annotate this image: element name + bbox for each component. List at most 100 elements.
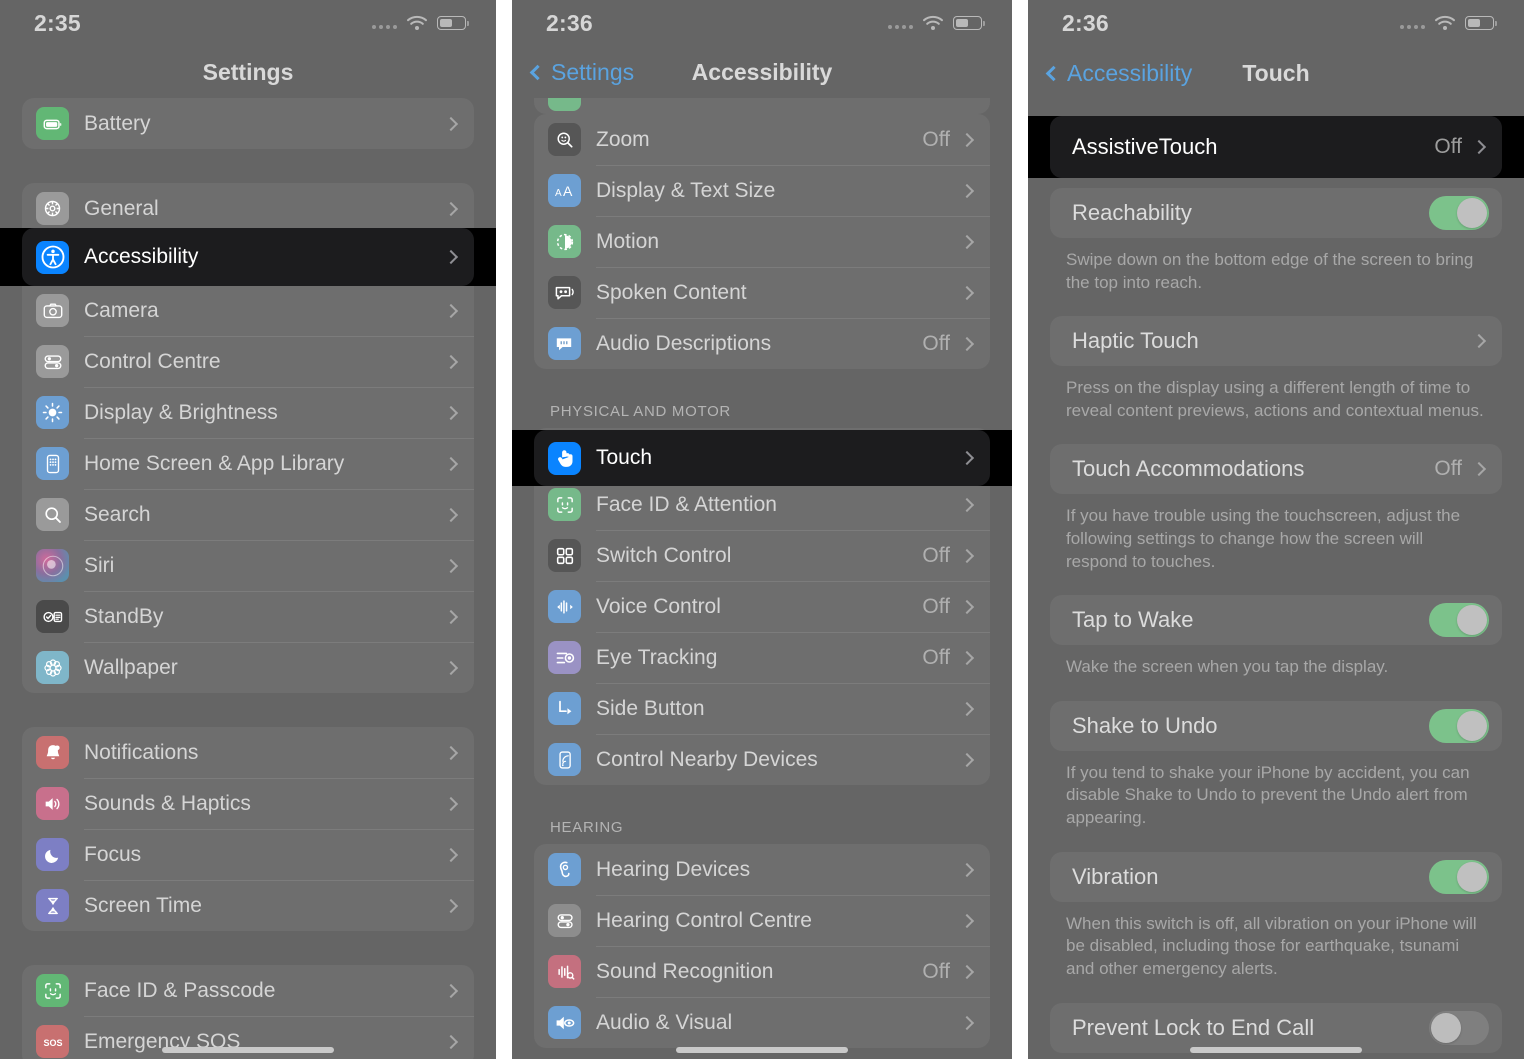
- list-item-siri[interactable]: Siri: [22, 540, 474, 591]
- page-title: Settings: [202, 58, 294, 85]
- touch-list[interactable]: Reachability Swipe down on the bottom ed…: [1028, 100, 1524, 1053]
- list-item-label: Switch Control: [596, 543, 732, 567]
- side-button-icon: [548, 692, 581, 725]
- shake-to-undo-toggle[interactable]: [1429, 708, 1489, 743]
- chevron-left-icon: [529, 64, 546, 80]
- list-item-audio-descriptions[interactable]: Audio Descriptions Off: [534, 318, 990, 369]
- chevron-right-icon: [1471, 139, 1487, 155]
- list-item-label: Search: [84, 502, 151, 526]
- list-item-touch[interactable]: Touch: [534, 430, 990, 486]
- sounds-haptics-icon: [36, 787, 69, 820]
- display-text-size-icon: AA: [548, 174, 581, 207]
- chevron-right-icon: [443, 507, 459, 522]
- chevron-right-icon: [443, 116, 459, 131]
- list-item-motion[interactable]: Motion: [534, 216, 990, 267]
- chevron-right-icon: [959, 650, 975, 665]
- list-item-control-nearby-devices[interactable]: Control Nearby Devices: [534, 734, 990, 785]
- list-item-standby[interactable]: StandBy: [22, 591, 474, 642]
- reachability-toggle[interactable]: [1429, 196, 1489, 230]
- search-icon: [36, 498, 69, 531]
- tap-to-wake-toggle[interactable]: [1429, 603, 1489, 638]
- vibration-toggle[interactable]: [1429, 859, 1489, 894]
- list-item-face-id-attention[interactable]: Face ID & Attention: [534, 479, 990, 530]
- siri-icon: [36, 549, 69, 582]
- chevron-right-icon: [1471, 334, 1487, 349]
- wifi-icon: [922, 15, 944, 31]
- list-item-audio-visual[interactable]: Audio & Visual: [534, 997, 990, 1048]
- list-item-label: Home Screen & App Library: [84, 451, 345, 475]
- setting-label: Shake to Undo: [1072, 712, 1218, 738]
- list-item-label: Audio Descriptions: [596, 331, 772, 355]
- list-item-hearing-devices[interactable]: Hearing Devices: [534, 844, 990, 895]
- setting-haptic-touch[interactable]: Haptic Touch: [1050, 316, 1502, 367]
- chevron-right-icon: [959, 862, 975, 877]
- chevron-right-icon: [443, 898, 459, 913]
- list-item-eye-tracking[interactable]: Eye Tracking Off: [534, 632, 990, 683]
- list-item-wallpaper[interactable]: Wallpaper: [22, 642, 474, 693]
- list-item-label: Sound Recognition: [596, 959, 774, 983]
- panel-accessibility: 2:36 Settings Accessibility Zoom Off A A…: [512, 0, 1012, 1059]
- setting-shake-to-undo[interactable]: Shake to Undo: [1050, 700, 1502, 751]
- list-item-general[interactable]: General: [22, 183, 474, 234]
- accessibility-group-hearing: Hearing Devices Hearing Control Centre S…: [534, 844, 990, 1048]
- list-item-sound-recognition[interactable]: Sound Recognition Off: [534, 946, 990, 997]
- nav-bar: Settings Accessibility: [512, 46, 1012, 98]
- status-time: 2:36: [546, 9, 593, 36]
- list-item-zoom[interactable]: Zoom Off: [534, 114, 990, 165]
- list-item-value: Off: [922, 331, 950, 355]
- list-item-focus[interactable]: Focus: [22, 829, 474, 880]
- control-nearby-devices-icon: [548, 743, 581, 776]
- chevron-right-icon: [959, 599, 975, 614]
- list-item-home-screen[interactable]: Home Screen & App Library: [22, 438, 474, 489]
- chevron-right-icon: [959, 285, 975, 300]
- vibration-note: When this switch is off, all vibration o…: [1066, 913, 1477, 978]
- notifications-icon: [36, 736, 69, 769]
- setting-reachability[interactable]: Reachability: [1050, 188, 1502, 238]
- chevron-right-icon: [959, 964, 975, 979]
- back-button-label: Accessibility: [1067, 59, 1193, 86]
- list-item-control-centre[interactable]: Control Centre: [22, 336, 474, 387]
- battery-icon: [953, 16, 985, 30]
- wallpaper-icon: [36, 651, 69, 684]
- status-bar: 2:35: [0, 0, 496, 46]
- accessibility-list[interactable]: Zoom Off AA Display & Text Size Motion S…: [512, 98, 1012, 1048]
- list-item-notifications[interactable]: Notifications: [22, 727, 474, 778]
- chevron-right-icon: [959, 497, 975, 512]
- back-button-settings[interactable]: Settings: [529, 59, 634, 86]
- list-item-voice-control[interactable]: Voice Control Off: [534, 581, 990, 632]
- setting-assistive-touch[interactable]: AssistiveTouch Off: [1050, 116, 1502, 178]
- list-item-battery[interactable]: Battery: [22, 98, 474, 149]
- chevron-right-icon: [443, 745, 459, 760]
- setting-touch-accommodations[interactable]: Touch Accommodations Off: [1050, 444, 1502, 495]
- setting-tap-to-wake[interactable]: Tap to Wake: [1050, 595, 1502, 646]
- list-item-label: Touch: [596, 446, 653, 469]
- spotlight-band-touch: Touch: [512, 430, 1012, 486]
- list-item-accessibility[interactable]: Accessibility: [22, 228, 474, 286]
- list-item-display-text-size[interactable]: AA Display & Text Size: [534, 165, 990, 216]
- chevron-right-icon: [443, 1034, 459, 1049]
- setting-vibration[interactable]: Vibration: [1050, 851, 1502, 902]
- chevron-right-icon: [443, 983, 459, 998]
- list-item-search[interactable]: Search: [22, 489, 474, 540]
- list-item-camera[interactable]: Camera: [22, 285, 474, 336]
- list-item-side-button[interactable]: Side Button: [534, 683, 990, 734]
- setting-prevent-lock-to-end-call[interactable]: Prevent Lock to End Call: [1050, 1002, 1502, 1053]
- cellular-dots-icon: [888, 17, 913, 29]
- chevron-right-icon: [959, 1015, 975, 1030]
- prevent-lock-toggle[interactable]: [1429, 1010, 1489, 1045]
- list-item-hearing-control-centre[interactable]: Hearing Control Centre: [534, 895, 990, 946]
- hearing-control-centre-icon: [548, 904, 581, 937]
- list-item-screen-time[interactable]: Screen Time: [22, 880, 474, 931]
- nav-bar: Accessibility Touch: [1028, 46, 1524, 100]
- list-item-value: Off: [922, 543, 950, 567]
- list-item-face-id-passcode[interactable]: Face ID & Passcode: [22, 965, 474, 1016]
- list-item-switch-control[interactable]: Switch Control Off: [534, 530, 990, 581]
- back-button-accessibility[interactable]: Accessibility: [1045, 59, 1193, 87]
- list-item-spoken-content[interactable]: Spoken Content: [534, 267, 990, 318]
- chevron-left-icon: [1045, 65, 1062, 81]
- gear-icon: [36, 192, 69, 225]
- list-item-sounds-haptics[interactable]: Sounds & Haptics: [22, 778, 474, 829]
- list-item-display-brightness[interactable]: Display & Brightness: [22, 387, 474, 438]
- chevron-right-icon: [443, 201, 459, 216]
- shake-to-undo-note: If you tend to shake your iPhone by acci…: [1066, 762, 1470, 828]
